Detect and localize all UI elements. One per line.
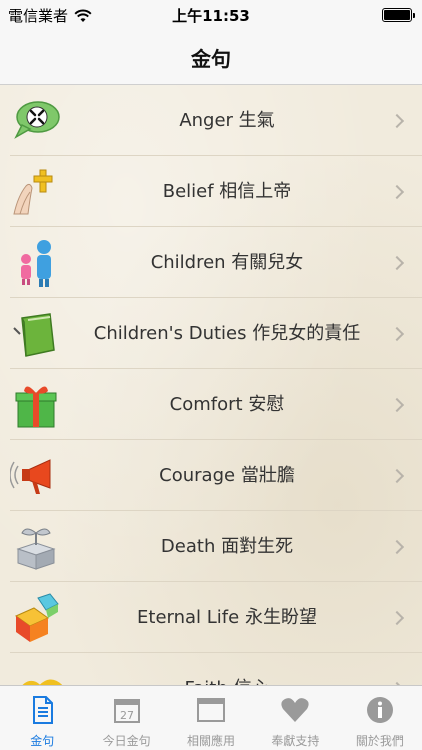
page-title: 金句: [191, 46, 231, 71]
sprout-box-icon: [16, 528, 56, 570]
praying-hands-cross-icon: [13, 169, 53, 214]
list-item-label: Belief 相信上帝: [162, 181, 292, 202]
chevron-right-icon: [389, 468, 405, 483]
megaphone-icon: [10, 458, 51, 494]
angry-speech-bubble-icon: [14, 100, 60, 139]
list-item-death[interactable]: Death 面對生死: [0, 511, 422, 582]
list-item-label: Death 面對生死: [160, 536, 294, 557]
topic-list[interactable]: Anger 生氣 Belief 相信上帝 Children 有關兒女 Child…: [0, 85, 422, 685]
chevron-right-icon: [389, 539, 405, 554]
list-item-eternal-life[interactable]: Eternal Life 永生盼望: [0, 582, 422, 653]
tab-today-verse[interactable]: 27 今日金句: [84, 686, 168, 750]
tab-about-us[interactable]: 關於我們: [338, 686, 422, 750]
tab-bar: 金句 27 今日金句 相關應用 奉獻支持 關於我們: [0, 685, 422, 750]
navigation-bar: 金句: [0, 30, 422, 85]
tab-label: 相關應用: [187, 734, 236, 748]
list-item-label: Children 有關兒女: [150, 252, 304, 273]
info-icon: [366, 697, 393, 723]
gift-box-icon: [15, 385, 57, 427]
list-item-faith[interactable]: Faith 信心: [0, 653, 422, 685]
chevron-right-icon: [389, 610, 405, 625]
document-icon: [33, 696, 54, 724]
calendar-day: 27: [120, 709, 134, 722]
chevron-right-icon: [389, 184, 405, 199]
tab-donate[interactable]: 奉獻支持: [253, 686, 337, 750]
list-item-children[interactable]: Children 有關兒女: [0, 227, 422, 298]
list-item-label: Faith 信心: [72, 653, 382, 685]
list-item-label: Eternal Life 永生盼望: [137, 607, 317, 628]
list-item-anger[interactable]: Anger 生氣: [0, 85, 422, 156]
list-item-childrens-duties[interactable]: Children's Duties 作兒女的責任: [0, 298, 422, 369]
tab-label: 關於我們: [355, 734, 404, 748]
list-item-label: Children's Duties 作兒女的責任: [93, 323, 361, 344]
tab-label: 今日金句: [102, 734, 151, 748]
colorful-cube-icon: [14, 592, 59, 642]
list-item-label: Anger 生氣: [179, 110, 275, 131]
list-item-courage[interactable]: Courage 當壯膽: [0, 440, 422, 511]
tab-related-apps[interactable]: 相關應用: [169, 686, 253, 750]
list-item-label: Courage 當壯膽: [159, 465, 295, 486]
tab-label: 金句: [30, 734, 55, 748]
chevron-right-icon: [389, 397, 405, 412]
tab-verses[interactable]: 金句: [0, 686, 84, 750]
battery-icon: [382, 8, 415, 22]
faith-icon: [22, 679, 62, 685]
list-item-comfort[interactable]: Comfort 安慰: [0, 369, 422, 440]
chevron-right-icon: [389, 255, 405, 270]
list-item-label: Comfort 安慰: [169, 394, 285, 415]
green-book-icon: [13, 312, 55, 357]
parent-child-icon: [21, 239, 51, 287]
heart-icon: [281, 698, 310, 722]
status-bar: 電信業者 上午11:53: [0, 0, 422, 30]
chevron-right-icon: [389, 113, 405, 128]
status-time: 上午11:53: [172, 7, 250, 25]
tab-label: 奉獻支持: [271, 734, 320, 748]
list-item-belief[interactable]: Belief 相信上帝: [0, 156, 422, 227]
calendar-icon: 27: [113, 699, 140, 723]
window-icon: [197, 698, 226, 722]
chevron-right-icon: [389, 326, 405, 341]
